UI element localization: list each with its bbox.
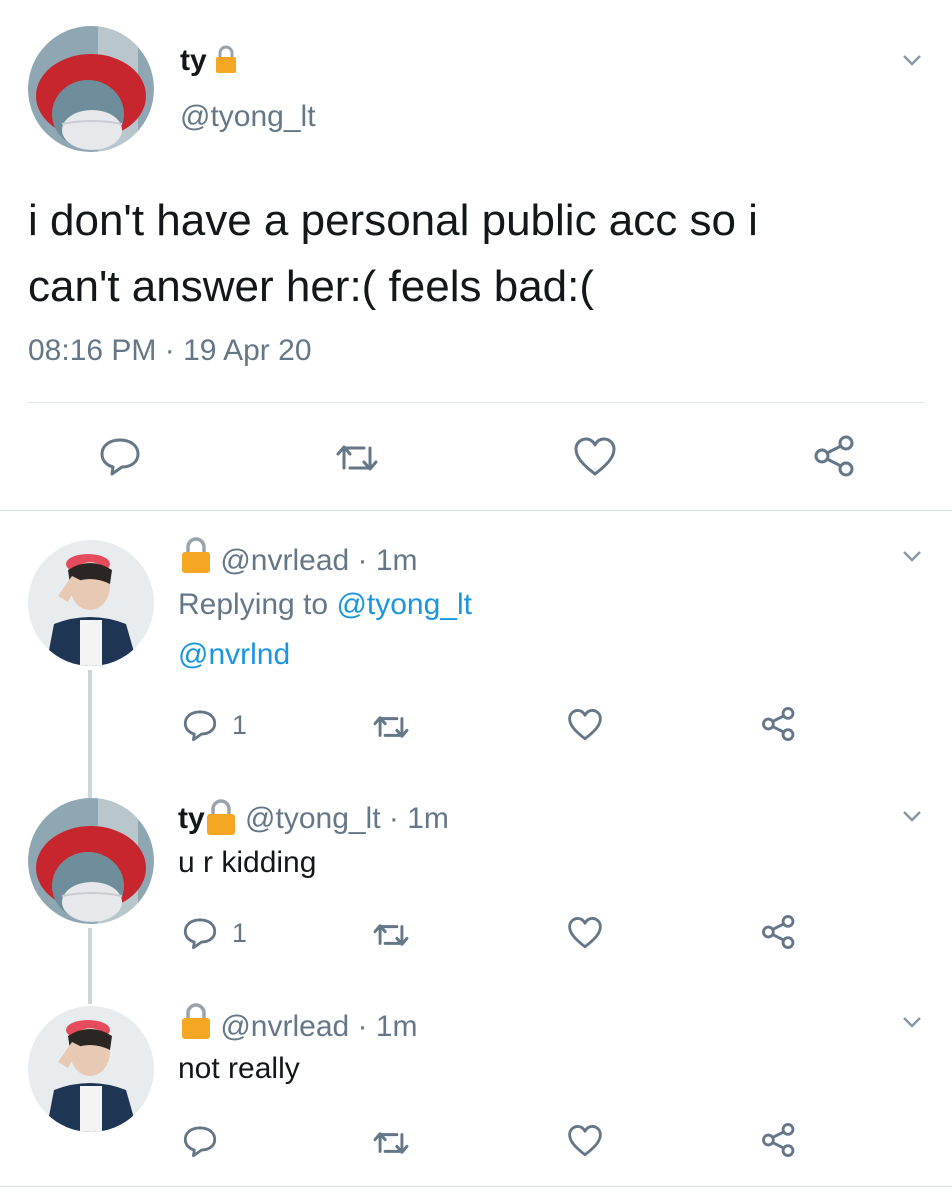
handle[interactable]: @tyong_lt: [180, 100, 316, 134]
bottom-divider: [0, 1186, 952, 1187]
avatar[interactable]: [28, 798, 154, 924]
reply-text: not really: [178, 1052, 300, 1085]
avatar[interactable]: [28, 1006, 154, 1132]
retweet-icon[interactable]: [370, 710, 412, 744]
reply-header: @nvrlead · 1m: [180, 536, 418, 578]
reply-time: · 1m: [349, 1010, 418, 1043]
chevron-down-icon[interactable]: [898, 806, 926, 826]
tweet-text: i don't have a personal public acc so i …: [28, 196, 758, 311]
share-icon[interactable]: [812, 434, 858, 478]
retweet-icon[interactable]: [332, 438, 382, 478]
avatar[interactable]: [28, 26, 154, 152]
reply-count: 1: [232, 918, 248, 948]
reply-text: u r kidding: [178, 846, 317, 879]
thread-line: [88, 670, 92, 798]
retweet-icon[interactable]: [370, 918, 412, 952]
mention-link[interactable]: @nvrlnd: [178, 638, 290, 672]
chevron-down-icon[interactable]: [898, 1012, 926, 1032]
reply-time: · 1m: [349, 544, 418, 577]
display-name[interactable]: ty: [180, 44, 237, 78]
lock-icon: [182, 1003, 210, 1039]
reply-count: 1: [232, 710, 248, 740]
divider: [28, 402, 924, 403]
chevron-down-icon[interactable]: [898, 546, 926, 566]
avatar-image: [28, 798, 154, 924]
chevron-down-icon[interactable]: [898, 50, 926, 70]
lock-icon: [182, 537, 210, 573]
like-icon[interactable]: [566, 916, 604, 950]
avatar[interactable]: [28, 540, 154, 666]
like-icon[interactable]: [566, 708, 604, 742]
replying-to: Replying to @tyong_lt: [178, 588, 472, 621]
avatar-image: [28, 26, 154, 152]
lock-icon: [216, 45, 237, 73]
like-icon[interactable]: [572, 436, 618, 478]
reply-time: · 1m: [380, 802, 449, 835]
section-divider: [0, 510, 952, 511]
share-icon[interactable]: [760, 1122, 798, 1158]
handle[interactable]: @tyong_lt: [245, 802, 381, 835]
timestamp: 08:16 PM · 19 Apr 20: [28, 334, 312, 367]
handle[interactable]: @nvrlead: [220, 544, 349, 577]
reply-header: ty @tyong_lt · 1m: [178, 798, 449, 836]
reply-icon[interactable]: [182, 708, 218, 742]
replying-to-link[interactable]: @tyong_lt: [336, 588, 472, 621]
share-icon[interactable]: [760, 914, 798, 950]
reply-icon[interactable]: [182, 916, 218, 950]
retweet-icon[interactable]: [370, 1126, 412, 1160]
share-icon[interactable]: [760, 706, 798, 742]
reply-icon[interactable]: [182, 1124, 218, 1158]
handle[interactable]: @nvrlead: [220, 1010, 349, 1043]
like-icon[interactable]: [566, 1124, 604, 1158]
avatar-image: [28, 540, 154, 666]
lock-icon: [206, 799, 235, 835]
reply-header: @nvrlead · 1m: [180, 1002, 418, 1044]
thread-line: [88, 928, 92, 1004]
avatar-image: [28, 1006, 154, 1132]
display-name[interactable]: ty: [178, 802, 205, 835]
reply-icon[interactable]: [98, 436, 142, 476]
